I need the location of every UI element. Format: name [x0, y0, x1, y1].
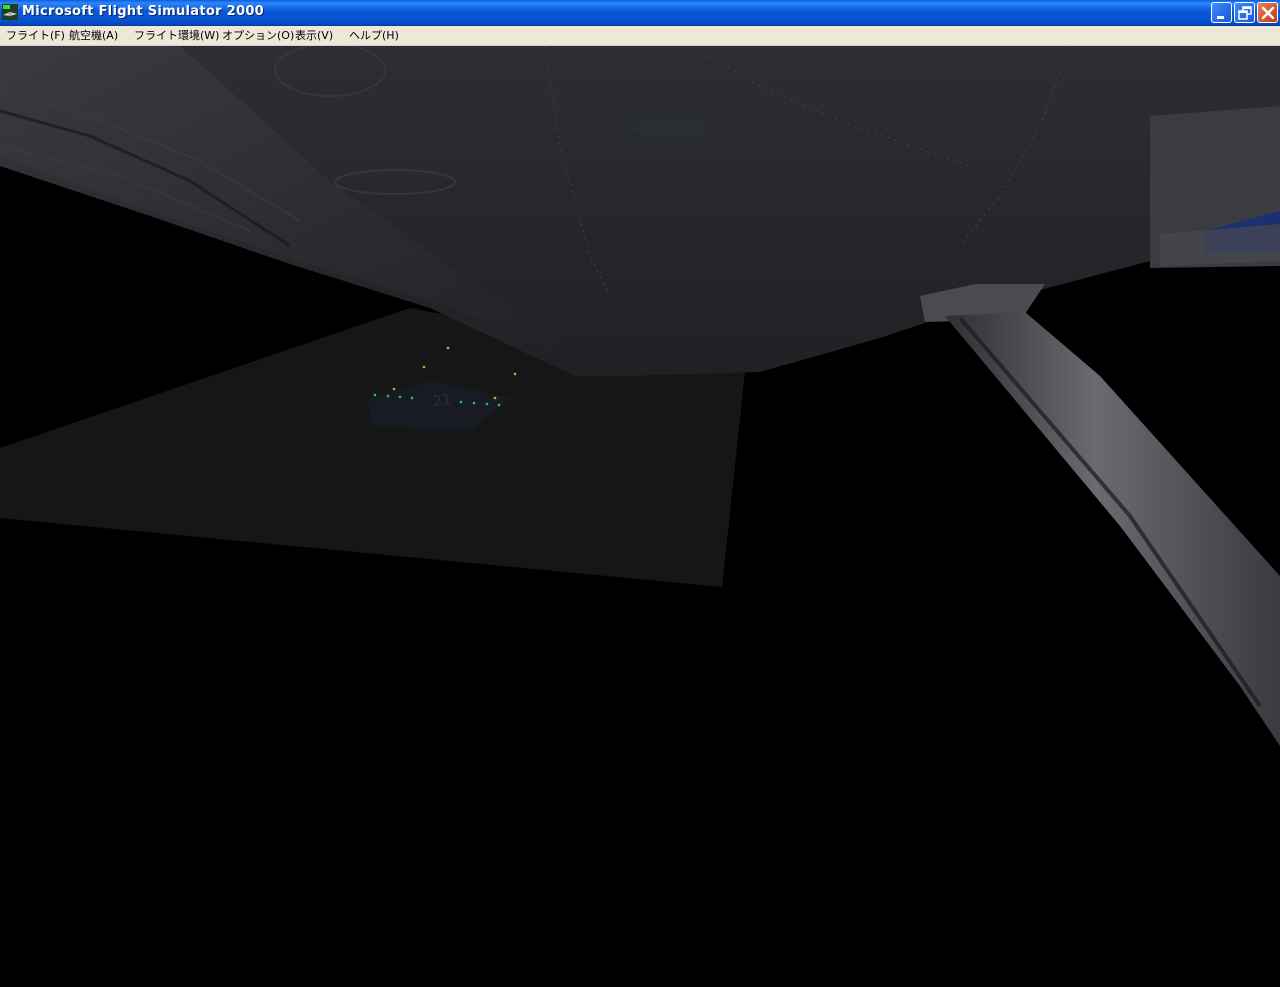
title-bar[interactable]: Microsoft Flight Simulator 2000 — [0, 0, 1280, 26]
close-icon — [1261, 6, 1275, 20]
menu-flight[interactable]: フライト(F) — [5, 28, 66, 44]
menu-help[interactable]: ヘルプ(H) — [348, 28, 400, 44]
window-title: Microsoft Flight Simulator 2000 — [22, 4, 265, 19]
menu-view[interactable]: 表示(V) — [294, 28, 334, 44]
menu-aircraft[interactable]: 航空機(A) — [68, 28, 119, 44]
scene-canvas: 21 — [0, 46, 1280, 746]
flight-view-3d[interactable]: 21 — [0, 46, 1280, 987]
minimize-button[interactable] — [1211, 2, 1232, 23]
restore-icon — [1238, 6, 1252, 20]
fs2000-app-icon — [2, 4, 18, 20]
restore-button[interactable] — [1234, 2, 1255, 23]
wing-shade — [630, 118, 710, 138]
close-button[interactable] — [1257, 2, 1278, 23]
menu-world[interactable]: フライト環境(W) — [133, 28, 220, 44]
menu-bar: フライト(F) 航空機(A) フライト環境(W) オプション(O) 表示(V) … — [0, 26, 1280, 46]
wing-strut — [945, 312, 1280, 746]
app-window: Microsoft Flight Simulator 2000 フライト(F) … — [0, 0, 1280, 987]
runway-number: 21 — [432, 392, 452, 410]
menu-options[interactable]: オプション(O) — [221, 28, 295, 44]
minimize-icon — [1217, 16, 1224, 19]
